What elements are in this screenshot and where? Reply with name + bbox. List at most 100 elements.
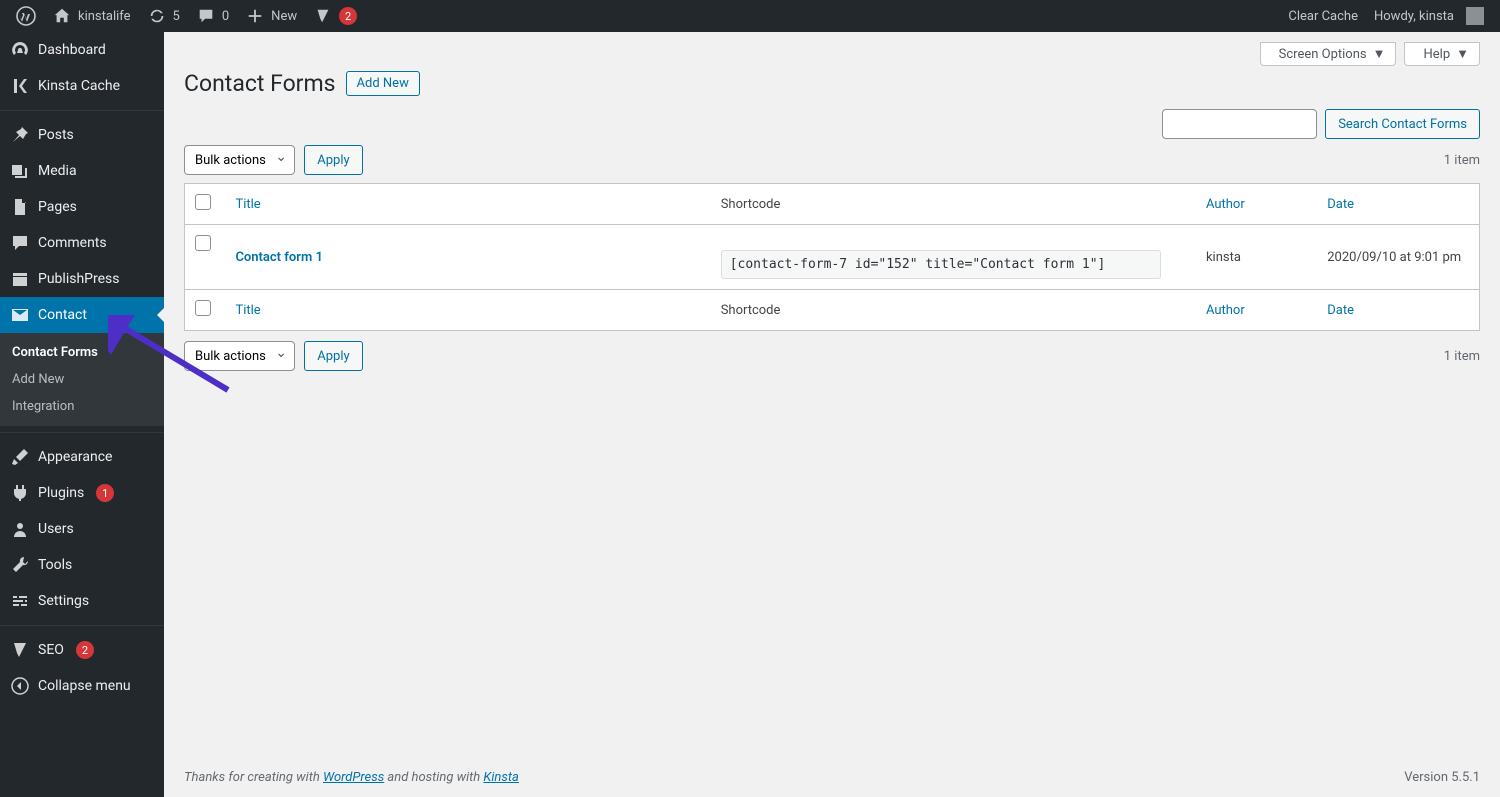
sidebar-sub-contact-forms[interactable]: Contact Forms <box>0 339 164 366</box>
sidebar-posts-label: Posts <box>38 127 74 143</box>
pin-icon <box>10 125 30 145</box>
sidebar-seo[interactable]: SEO2 <box>0 625 164 668</box>
collapse-icon <box>10 676 30 696</box>
sidebar-media-label: Media <box>38 163 77 179</box>
select-all-top[interactable] <box>195 194 211 210</box>
page-title: Contact Forms <box>184 70 336 97</box>
shortcode-field[interactable] <box>721 250 1161 279</box>
mail-icon <box>10 305 30 325</box>
add-new-button[interactable]: Add New <box>346 71 420 96</box>
yoast[interactable]: 2 <box>305 0 365 32</box>
dashboard-icon <box>10 40 30 60</box>
sidebar-kinsta-cache-label: Kinsta Cache <box>38 78 120 94</box>
sidebar-contact-submenu: Contact Forms Add New Integration <box>0 333 164 426</box>
sidebar-users[interactable]: Users <box>0 511 164 547</box>
sidebar-collapse[interactable]: Collapse menu <box>0 668 164 704</box>
footer-text-pre: Thanks for creating with <box>184 770 323 785</box>
help-button[interactable]: Help ▼ <box>1404 42 1480 66</box>
yoast-badge: 2 <box>339 7 357 25</box>
col-title-footer[interactable]: Title <box>235 303 260 318</box>
item-count-bottom: 1 item <box>1444 349 1480 364</box>
help-label: Help <box>1423 47 1450 62</box>
bulk-actions-select-top[interactable]: Bulk actions <box>184 145 295 175</box>
home-icon <box>52 6 72 26</box>
sidebar-comments[interactable]: Comments <box>0 225 164 261</box>
sidebar-contact[interactable]: Contact <box>0 297 164 333</box>
clear-cache-label: Clear Cache <box>1288 9 1358 24</box>
yoast-icon <box>313 6 333 26</box>
screen-options-label: Screen Options <box>1279 47 1367 62</box>
sidebar-plugins-label: Plugins <box>38 485 84 501</box>
refresh-icon <box>147 6 167 26</box>
table-row: Contact form 1 kinsta 2020/09/10 at 9:01… <box>185 225 1479 289</box>
calendar-icon <box>10 269 30 289</box>
col-date-header[interactable]: Date <box>1327 197 1354 212</box>
item-count-top: 1 item <box>1444 153 1480 168</box>
sidebar-plugins[interactable]: Plugins 1 <box>0 475 164 511</box>
caret-down-icon: ▼ <box>1456 46 1469 62</box>
search-input[interactable] <box>1162 109 1317 139</box>
sidebar-settings[interactable]: Settings <box>0 583 164 619</box>
new-content[interactable]: New <box>237 0 305 32</box>
sidebar-publishpress-label: PublishPress <box>38 271 119 287</box>
search-button[interactable]: Search Contact Forms <box>1325 109 1480 139</box>
col-shortcode-header: Shortcode <box>711 184 1196 225</box>
media-icon <box>10 161 30 181</box>
plugins-badge: 1 <box>96 484 114 502</box>
sidebar-dashboard[interactable]: Dashboard <box>0 32 164 68</box>
updates-count: 5 <box>173 9 180 24</box>
col-author-footer[interactable]: Author <box>1206 303 1245 318</box>
col-date-footer[interactable]: Date <box>1327 303 1354 318</box>
admin-footer: Thanks for creating with WordPress and h… <box>164 758 1500 797</box>
col-title-header[interactable]: Title <box>235 197 260 212</box>
brush-icon <box>10 447 30 467</box>
sidebar-publishpress[interactable]: PublishPress <box>0 261 164 297</box>
bulk-actions-select-bottom[interactable]: Bulk actions <box>184 341 295 371</box>
updates[interactable]: 5 <box>139 0 188 32</box>
new-label: New <box>271 9 297 24</box>
sidebar-users-label: Users <box>38 521 74 537</box>
howdy-account[interactable]: Howdy, kinsta <box>1366 0 1492 32</box>
wrench-icon <box>10 555 30 575</box>
sidebar-contact-label: Contact <box>38 307 87 323</box>
page-icon <box>10 197 30 217</box>
admin-toolbar: kinstalife 5 0 New 2 Clear Cache Howdy, … <box>0 0 1500 32</box>
sidebar-media[interactable]: Media <box>0 153 164 189</box>
wp-logo[interactable] <box>8 0 44 32</box>
clear-cache[interactable]: Clear Cache <box>1280 0 1366 32</box>
sidebar-comments-label: Comments <box>38 235 107 251</box>
footer-wordpress-link[interactable]: WordPress <box>323 770 384 785</box>
sidebar-tools[interactable]: Tools <box>0 547 164 583</box>
row-checkbox[interactable] <box>195 235 211 251</box>
main-content: Screen Options ▼ Help ▼ Contact Forms Ad… <box>164 32 1500 797</box>
sidebar-collapse-label: Collapse menu <box>38 678 131 694</box>
sidebar-sub-add-new[interactable]: Add New <box>0 366 164 393</box>
sidebar-pages[interactable]: Pages <box>0 189 164 225</box>
comments[interactable]: 0 <box>188 0 237 32</box>
select-all-bottom[interactable] <box>195 300 211 316</box>
sidebar-posts[interactable]: Posts <box>0 110 164 153</box>
form-title-link[interactable]: Contact form 1 <box>235 250 322 265</box>
plus-icon <box>245 6 265 26</box>
sidebar-kinsta-cache[interactable]: Kinsta Cache <box>0 68 164 104</box>
row-author: kinsta <box>1206 250 1241 265</box>
col-shortcode-footer: Shortcode <box>711 289 1196 330</box>
sidebar-sub-integration[interactable]: Integration <box>0 393 164 420</box>
col-author-header[interactable]: Author <box>1206 197 1245 212</box>
seo-badge: 2 <box>76 641 94 659</box>
site-name[interactable]: kinstalife <box>44 0 139 32</box>
comments-icon <box>10 233 30 253</box>
kinsta-icon <box>10 76 30 96</box>
sliders-icon <box>10 591 30 611</box>
sidebar-dashboard-label: Dashboard <box>38 42 106 58</box>
screen-options-button[interactable]: Screen Options ▼ <box>1260 42 1397 66</box>
site-name-label: kinstalife <box>78 9 131 24</box>
sidebar-tools-label: Tools <box>38 557 72 573</box>
plugin-icon <box>10 483 30 503</box>
apply-button-top[interactable]: Apply <box>304 145 362 175</box>
caret-down-icon: ▼ <box>1373 46 1386 62</box>
forms-table: Title Shortcode Author Date Contact form… <box>184 183 1480 331</box>
apply-button-bottom[interactable]: Apply <box>304 341 362 371</box>
footer-kinsta-link[interactable]: Kinsta <box>483 770 518 785</box>
sidebar-appearance[interactable]: Appearance <box>0 432 164 475</box>
